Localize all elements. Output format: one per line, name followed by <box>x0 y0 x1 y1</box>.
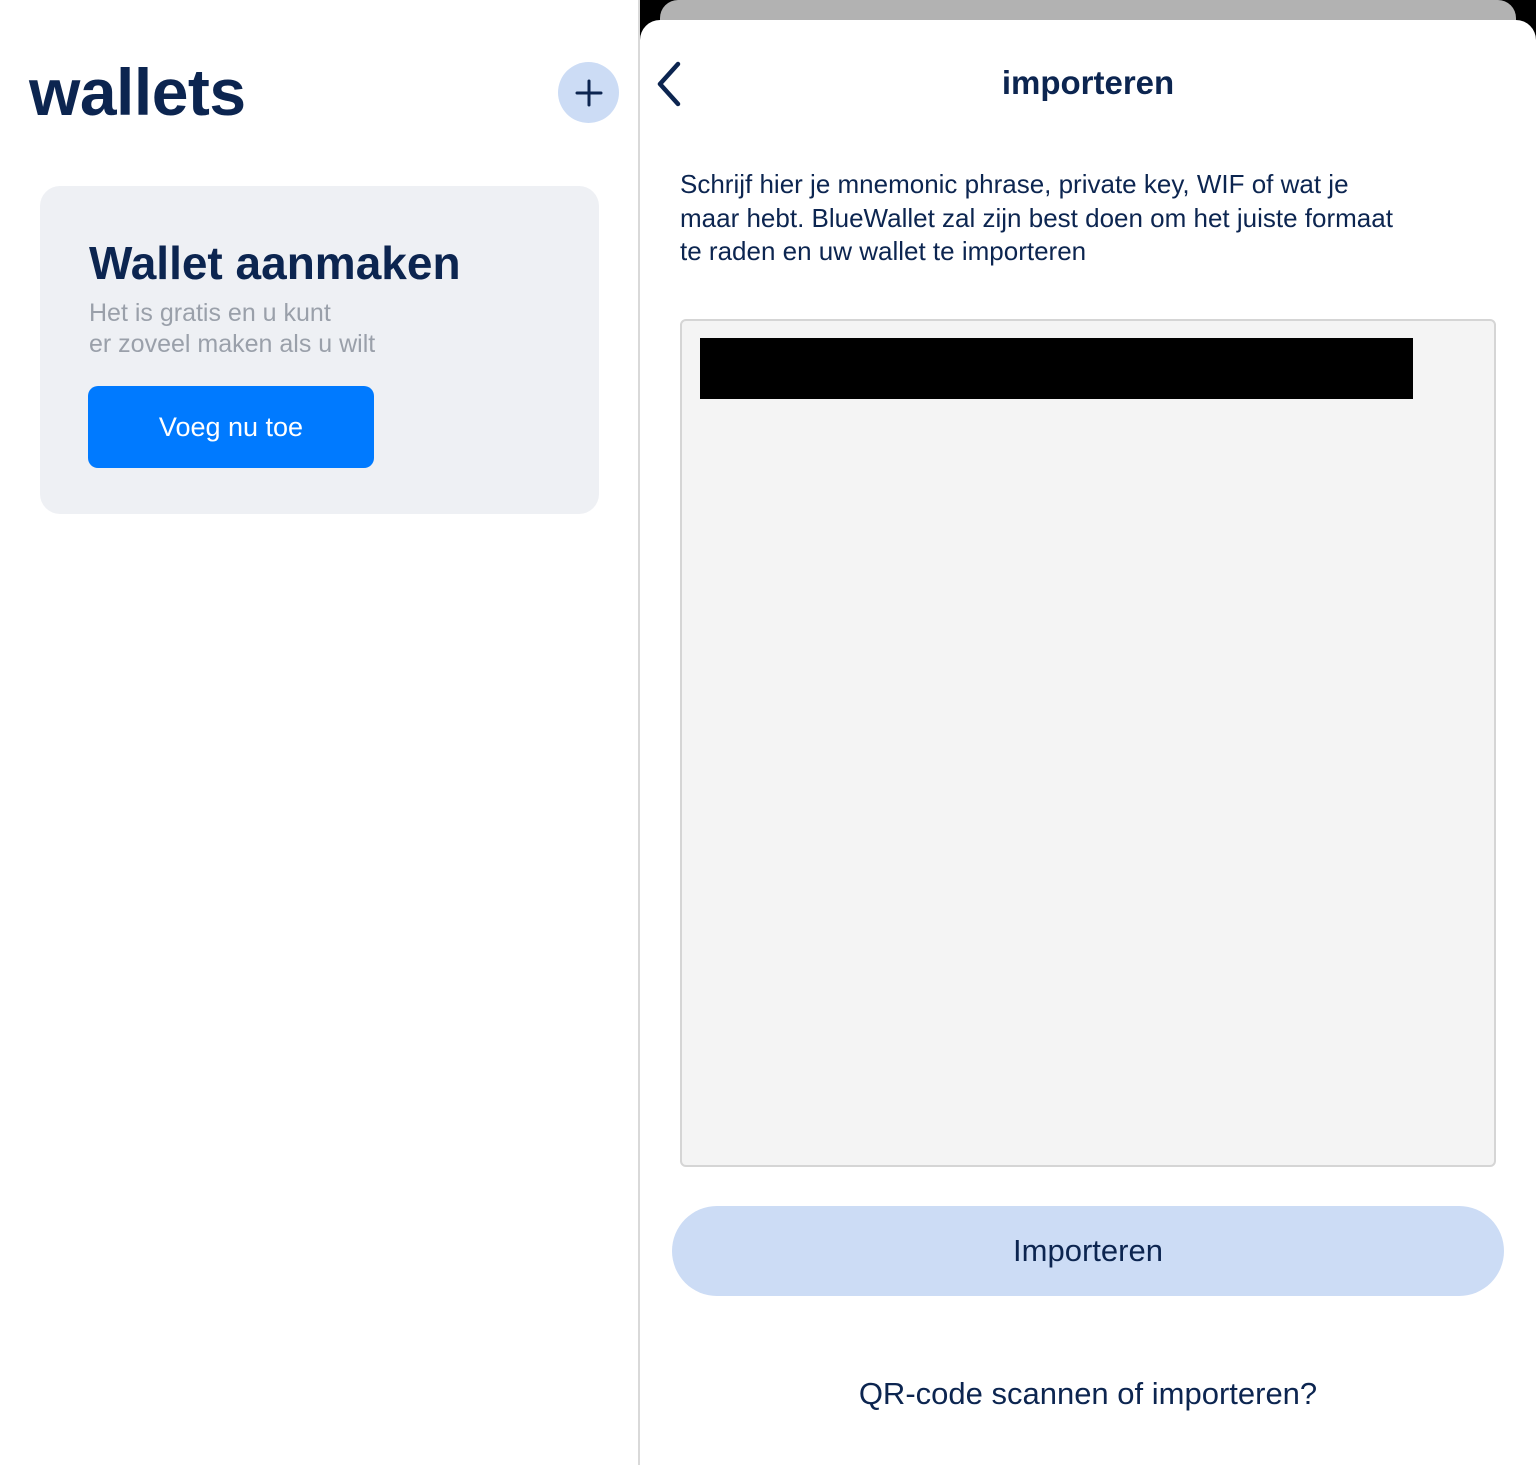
import-modal: importeren Schrijf hier je mnemonic phra… <box>640 20 1536 1465</box>
plus-icon <box>575 79 602 106</box>
description-line: Schrijf hier je mnemonic phrase, private… <box>680 169 1349 199</box>
import-description: Schrijf hier je mnemonic phrase, private… <box>680 168 1500 269</box>
card-subtitle-line: er zoveel maken als u wilt <box>89 330 376 358</box>
add-now-button[interactable]: Voeg nu toe <box>88 386 374 468</box>
secret-phrase-input[interactable] <box>680 319 1496 1167</box>
card-title: Wallet aanmaken <box>89 237 461 289</box>
description-line: te raden en uw wallet te importeren <box>680 236 1087 266</box>
card-subtitle-line: Het is gratis en u kunt <box>89 299 331 327</box>
page-title: wallets <box>29 55 246 129</box>
redacted-input-value <box>700 338 1413 399</box>
nav-title: importeren <box>1001 64 1175 101</box>
app-root: wallets Wallet aanmaken Het is gratis en… <box>0 0 1536 1465</box>
wallets-pane: wallets Wallet aanmaken Het is gratis en… <box>0 0 638 1465</box>
description-line: maar hebt. BlueWallet zal zijn best doen… <box>680 202 1393 233</box>
scan-qr-link[interactable]: QR-code scannen of importeren? <box>640 1376 1536 1412</box>
add-wallet-button[interactable] <box>558 62 619 123</box>
import-button[interactable]: Importeren <box>672 1206 1504 1296</box>
create-wallet-card: Wallet aanmaken Het is gratis en u kunt … <box>40 186 599 514</box>
card-subtitle: Het is gratis en u kunt er zoveel maken … <box>89 298 469 360</box>
